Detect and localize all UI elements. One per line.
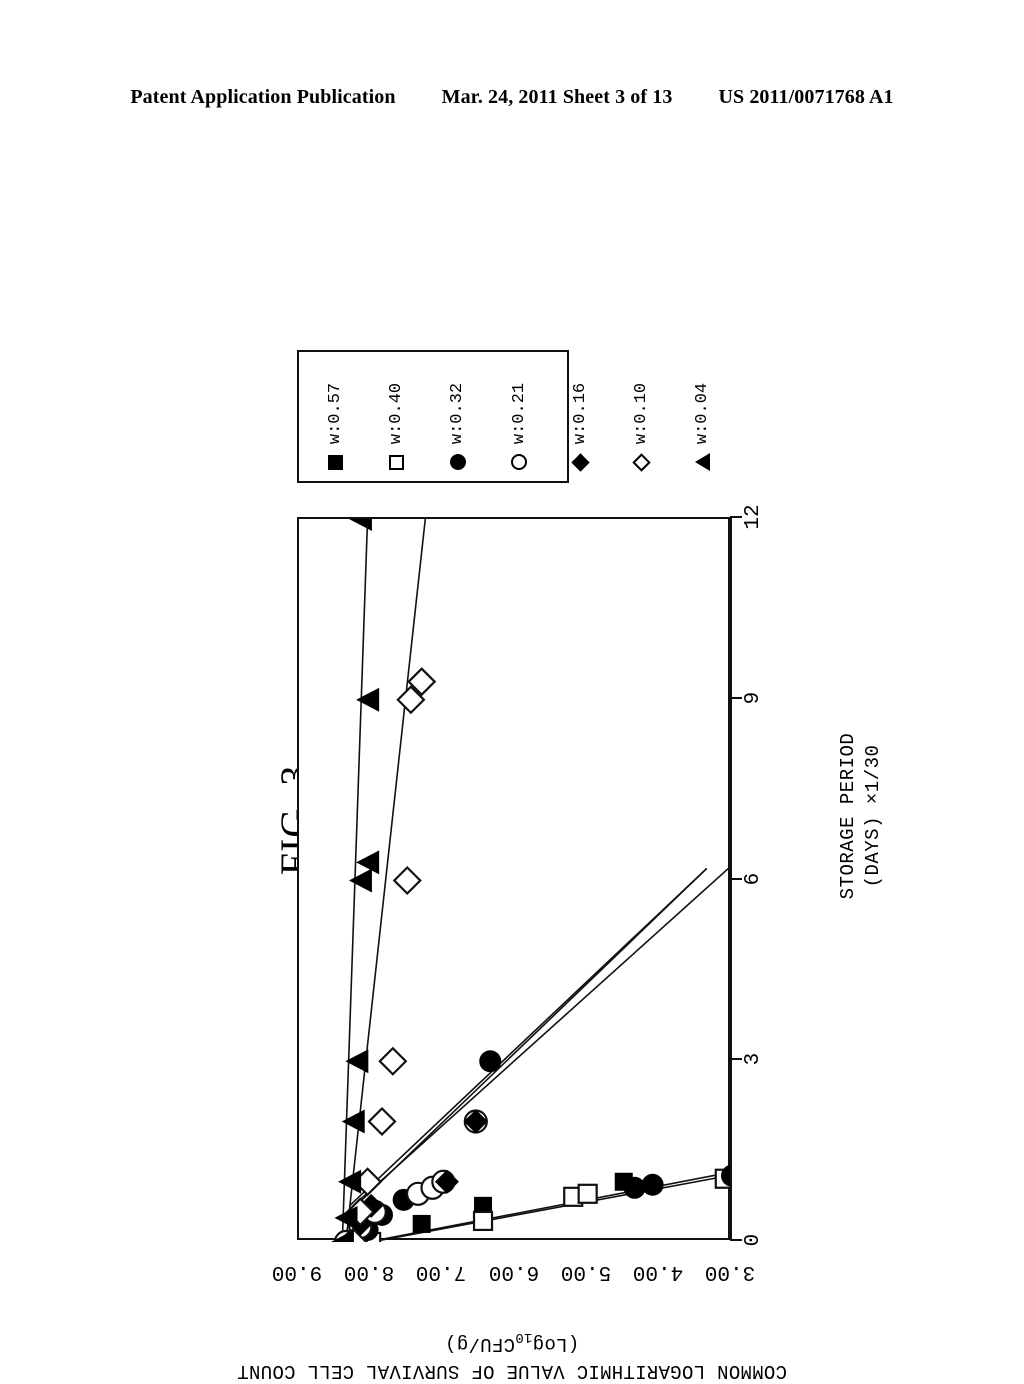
- x-axis-title-line2: (DAYS) ×1/30: [862, 744, 884, 888]
- x-axis-tick-label: 9: [742, 691, 765, 705]
- legend-entry: w:0.10: [611, 356, 672, 477]
- chart-legend: w:0.57 w:0.40 w:0.32 w:0.21 w:0.16 w:0.10 w:0.…: [297, 350, 712, 483]
- data-point-circle-filled: [641, 1173, 664, 1196]
- x-axis-tick: [730, 696, 742, 699]
- y-axis-title-line1: COMMON LOGARITHMIC VALUE OF SURVIVAL CEL…: [237, 1360, 787, 1382]
- diamond-filled-icon: [571, 452, 590, 472]
- x-axis-tick: [730, 1058, 742, 1061]
- data-point-triangle-filled: [348, 519, 372, 531]
- legend-label: w:0.40: [387, 382, 407, 445]
- y-axis-tick-label: 3.00: [704, 1260, 756, 1283]
- figure-stage: FIG. 3 w:0.57 w:0.40 w:0.32 w:0.21 w:0.16 w:0…: [0, 150, 1024, 1382]
- data-point-diamond-open: [367, 1106, 397, 1137]
- data-point-square-open: [472, 1210, 494, 1232]
- x-axis-title: STORAGE PERIOD (DAYS) ×1/30: [836, 716, 888, 916]
- data-point-circle-filled: [479, 1050, 502, 1073]
- data-point-triangle-filled: [356, 687, 380, 712]
- y-axis-title-subscript: 10: [515, 1329, 533, 1346]
- legend-entry: w:0.16: [550, 356, 611, 477]
- patent-header: Patent Application Publication Mar. 24, …: [0, 86, 1024, 109]
- x-axis-tick: [730, 1239, 742, 1241]
- data-point-diamond-open: [378, 1046, 408, 1076]
- legend-marker: [632, 447, 651, 477]
- y-axis-tick-label: 6.00: [488, 1260, 539, 1283]
- y-axis-title-pre: (Log: [532, 1333, 580, 1355]
- legend-entry: w:0.04: [672, 356, 733, 477]
- data-point-diamond-open: [392, 865, 422, 896]
- data-point-triangle-filled: [334, 1205, 358, 1230]
- y-axis-title: COMMON LOGARITHMIC VALUE OF SURVIVAL CEL…: [212, 1328, 812, 1384]
- legend-marker: [571, 447, 590, 477]
- circle-open-icon: [511, 454, 528, 470]
- legend-label: w:0.04: [693, 382, 713, 445]
- publication-label: Patent Application Publication: [130, 86, 396, 108]
- y-axis-tick-label: 8.00: [343, 1260, 395, 1283]
- data-point-square-filled: [412, 1214, 431, 1233]
- legend-marker: [328, 447, 344, 477]
- y-axis-title-line2: (Log10CFU/g): [212, 1323, 812, 1357]
- triangle-filled-icon: [695, 453, 711, 471]
- data-point-triangle-filled: [348, 868, 372, 893]
- x-axis-title-line1: STORAGE PERIOD: [837, 732, 859, 900]
- plot-area: [297, 517, 732, 1242]
- legend-label: w:0.10: [632, 382, 652, 445]
- plot-canvas: [330, 519, 732, 1242]
- circle-filled-icon: [450, 454, 467, 470]
- x-axis-tick: [730, 877, 742, 880]
- patent-number-label: US 2011/0071768 A1: [718, 86, 894, 108]
- square-open-icon: [389, 454, 405, 470]
- data-point-square-open: [577, 1183, 598, 1204]
- date-sheet-label: Mar. 24, 2011 Sheet 3 of 13: [441, 86, 673, 108]
- x-axis-tick-label: 12: [742, 504, 765, 530]
- y-axis-title-post: CFU/g): [444, 1333, 515, 1355]
- legend-marker: [450, 447, 467, 477]
- legend-label: w:0.32: [448, 382, 468, 445]
- legend-label: w:0.21: [509, 382, 529, 445]
- legend-label: w:0.16: [570, 382, 590, 445]
- legend-entry: w:0.21: [489, 356, 550, 477]
- y-axis-tick-label: 9.00: [271, 1260, 323, 1283]
- y-axis-tick-label: 5.00: [560, 1260, 611, 1283]
- x-axis-tick-label: 3: [742, 1052, 765, 1066]
- legend-entry: w:0.57: [305, 356, 366, 477]
- legend-entry: w:0.32: [427, 356, 488, 477]
- legend-marker: [511, 447, 528, 477]
- y-axis-tick-label: 7.00: [416, 1260, 467, 1283]
- legend-marker: [389, 447, 405, 477]
- trendline: [348, 867, 708, 1213]
- y-axis-tick-label: 4.00: [632, 1260, 684, 1283]
- legend-entry: w:0.40: [366, 356, 427, 477]
- diamond-open-icon: [632, 452, 651, 472]
- data-point-triangle-filled: [338, 1169, 362, 1194]
- x-axis-tick: [730, 516, 742, 518]
- x-axis-tick-label: 6: [742, 872, 765, 885]
- square-filled-icon: [328, 454, 344, 470]
- data-point-triangle-filled: [341, 1109, 365, 1134]
- legend-label: w:0.57: [326, 382, 346, 445]
- legend-marker: [695, 447, 711, 477]
